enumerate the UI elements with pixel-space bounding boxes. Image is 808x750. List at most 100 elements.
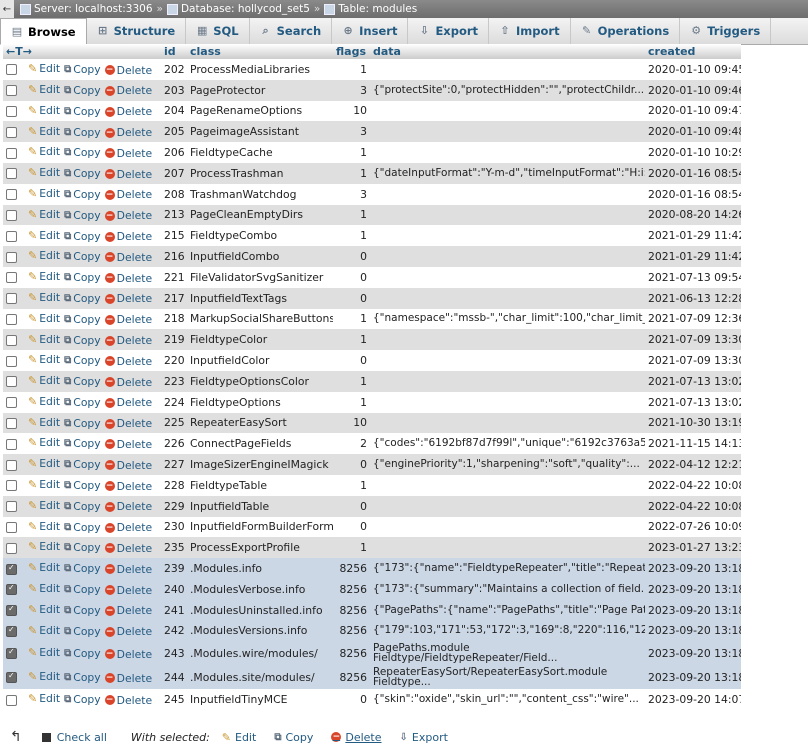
row-edit-button[interactable]: ✎ Edit bbox=[28, 374, 60, 387]
row-checkbox[interactable] bbox=[6, 438, 17, 450]
row-delete-button[interactable]: − Delete bbox=[104, 230, 152, 243]
row-edit-button[interactable]: ✎ Edit bbox=[28, 395, 60, 408]
bulk-export-button[interactable]: ⇩ Export bbox=[400, 731, 448, 744]
table-row[interactable]: ✎ Edit ⧉ Copy − Delete 213 PageCleanEmptyDirs 1 2… bbox=[3, 204, 741, 226]
row-copy-button[interactable]: ⧉ Copy bbox=[64, 541, 101, 554]
row-delete-button[interactable]: − Delete bbox=[104, 480, 152, 493]
row-checkbox[interactable] bbox=[6, 126, 17, 138]
tab-insert[interactable]: ⊕ Insert bbox=[332, 18, 409, 44]
row-edit-button[interactable]: ✎ Edit bbox=[28, 416, 60, 429]
row-copy-button[interactable]: ⧉ Copy bbox=[64, 105, 101, 118]
tab-structure[interactable]: ⊞ Structure bbox=[87, 18, 187, 44]
row-copy-button[interactable]: ⧉ Copy bbox=[64, 250, 101, 263]
row-checkbox[interactable] bbox=[6, 563, 17, 575]
table-row[interactable]: ✎ Edit ⧉ Copy − Delete 224 FieldtypeOptions 1 202… bbox=[3, 391, 741, 413]
tab-browse[interactable]: ▤ Browse bbox=[0, 18, 87, 45]
row-delete-button[interactable]: − Delete bbox=[104, 500, 152, 513]
table-row[interactable]: ✎Edit ⧉Copy−Delete 240.ModulesVerbose.info… bbox=[3, 578, 741, 600]
table-row[interactable]: ✎ Edit ⧉ Copy − Delete 245 InputfieldTinyMCE 0 {"… bbox=[3, 689, 741, 711]
row-copy-button[interactable]: ⧉ Copy bbox=[64, 84, 101, 97]
row-copy-button[interactable]: ⧉ Copy bbox=[64, 334, 101, 347]
row-copy-button[interactable]: ⧉ Copy bbox=[64, 647, 101, 660]
row-checkbox[interactable] bbox=[6, 397, 17, 409]
row-checkbox[interactable] bbox=[6, 671, 17, 684]
row-checkbox[interactable] bbox=[6, 64, 17, 76]
row-edit-button[interactable]: ✎ Edit bbox=[28, 670, 60, 683]
row-delete-button[interactable]: − Delete bbox=[104, 584, 152, 597]
table-row[interactable]: ✎ Edit ⧉ Copy − Delete 202 ProcessMediaLibrarie… bbox=[3, 59, 741, 80]
bulk-edit-button[interactable]: ✎ Edit bbox=[222, 731, 257, 744]
row-copy-button[interactable]: ⧉ Copy bbox=[64, 209, 101, 222]
row-copy-button[interactable]: ⧉ Copy bbox=[64, 271, 101, 284]
tab-export[interactable]: ⇩ Export bbox=[408, 18, 490, 44]
row-delete-button[interactable]: − Delete bbox=[104, 355, 152, 368]
row-delete-button[interactable]: − Delete bbox=[104, 168, 152, 181]
table-row[interactable]: ✎ Edit ⧉ Copy − Delete 228 FieldtypeTable 1 2022-… bbox=[3, 474, 741, 496]
row-edit-button[interactable]: ✎ Edit bbox=[28, 520, 60, 533]
row-delete-button[interactable]: − Delete bbox=[104, 542, 152, 555]
row-edit-button[interactable]: ✎ Edit bbox=[28, 62, 60, 75]
column-resize-handle[interactable]: ←T→ bbox=[3, 44, 161, 59]
row-copy-button[interactable]: ⧉ Copy bbox=[64, 693, 101, 706]
table-row[interactable]: ✎ Edit ⧉ Copy − Delete 235 ProcessExportProfile… bbox=[3, 537, 741, 559]
row-edit-button[interactable]: ✎ Edit bbox=[28, 312, 60, 325]
table-row[interactable]: ✎ Edit ⧉ Copy − Delete 208 TrashmanWatchdog 3 202… bbox=[3, 183, 741, 205]
row-copy-button[interactable]: ⧉ Copy bbox=[64, 126, 101, 139]
row-checkbox[interactable] bbox=[6, 272, 17, 284]
row-edit-button[interactable]: ✎ Edit bbox=[28, 83, 60, 96]
row-checkbox[interactable] bbox=[6, 85, 17, 97]
row-delete-button[interactable]: − Delete bbox=[104, 563, 152, 576]
row-copy-button[interactable]: ⧉ Copy bbox=[64, 583, 101, 596]
row-checkbox[interactable] bbox=[6, 251, 17, 263]
row-copy-button[interactable]: ⧉ Copy bbox=[64, 375, 101, 388]
row-checkbox[interactable] bbox=[6, 209, 17, 221]
bulk-copy-button[interactable]: ⧉ Copy bbox=[274, 731, 313, 744]
row-copy-button[interactable]: ⧉ Copy bbox=[64, 417, 101, 430]
row-delete-button[interactable]: − Delete bbox=[104, 126, 152, 139]
table-row[interactable]: ✎ Edit ⧉ Copy − Delete 205 PageimageAssistant 3 2… bbox=[3, 121, 741, 143]
column-header-flags[interactable]: flags bbox=[333, 44, 370, 59]
row-copy-button[interactable]: ⧉ Copy bbox=[64, 625, 101, 638]
row-copy-button[interactable]: ⧉ Copy bbox=[64, 146, 101, 159]
row-delete-button[interactable]: − Delete bbox=[104, 188, 152, 201]
row-edit-button[interactable]: ✎ Edit bbox=[28, 166, 60, 179]
table-row[interactable]: ✎ Edit ⧉ Copy − Delete 223 FieldtypeOptionsColo… bbox=[3, 370, 741, 392]
row-checkbox[interactable] bbox=[6, 501, 17, 513]
row-copy-button[interactable]: ⧉ Copy bbox=[64, 671, 101, 684]
row-copy-button[interactable]: ⧉ Copy bbox=[64, 500, 101, 513]
row-checkbox[interactable] bbox=[6, 583, 17, 596]
row-copy-button[interactable]: ⧉ Copy bbox=[64, 479, 101, 492]
row-copy-button[interactable]: ⧉ Copy bbox=[64, 230, 101, 243]
tab-import[interactable]: ⇧ Import bbox=[489, 18, 571, 44]
table-row[interactable]: ✎ Edit ⧉ Copy − Delete 227 ImageSizerEngineIMag… bbox=[3, 454, 741, 475]
row-edit-button[interactable]: ✎ Edit bbox=[28, 104, 60, 117]
row-edit-button[interactable]: ✎ Edit bbox=[28, 291, 60, 304]
table-row[interactable]: ✎ Edit ⧉ Copy − Delete 207 ProcessTrashman 1 {"da… bbox=[3, 162, 741, 184]
table-row[interactable]: ✎Edit ⧉Copy−Delete 242.ModulesVersions.inf… bbox=[3, 620, 741, 642]
row-copy-button[interactable]: ⧉ Copy bbox=[64, 521, 101, 534]
row-edit-button[interactable]: ✎ Edit bbox=[28, 353, 60, 366]
row-checkbox[interactable] bbox=[6, 417, 17, 429]
row-copy-button[interactable]: ⧉ Copy bbox=[64, 292, 101, 305]
row-edit-button[interactable]: ✎ Edit bbox=[28, 125, 60, 138]
breadcrumb-database[interactable]: Database: hollycod_set5 bbox=[166, 3, 310, 15]
row-edit-button[interactable]: ✎ Edit bbox=[28, 249, 60, 262]
row-edit-button[interactable]: ✎ Edit bbox=[28, 208, 60, 221]
table-row[interactable]: ✎Edit ⧉Copy−Delete 243.Modules.wire/module… bbox=[3, 641, 741, 666]
row-edit-button[interactable]: ✎ Edit bbox=[28, 561, 60, 574]
row-delete-button[interactable]: − Delete bbox=[104, 209, 152, 222]
row-checkbox[interactable] bbox=[6, 334, 17, 346]
row-delete-button[interactable]: − Delete bbox=[104, 334, 152, 347]
row-delete-button[interactable]: − Delete bbox=[104, 648, 152, 661]
table-row[interactable]: ✎ Edit ⧉ Copy − Delete 230 InputfieldFormBuilde… bbox=[3, 516, 741, 538]
row-checkbox[interactable] bbox=[6, 376, 17, 388]
row-checkbox[interactable] bbox=[6, 168, 17, 180]
row-delete-button[interactable]: − Delete bbox=[104, 147, 152, 160]
row-delete-button[interactable]: − Delete bbox=[104, 64, 152, 77]
row-checkbox[interactable] bbox=[6, 459, 17, 471]
row-checkbox[interactable] bbox=[6, 694, 17, 706]
row-edit-button[interactable]: ✎ Edit bbox=[28, 333, 60, 346]
row-copy-button[interactable]: ⧉ Copy bbox=[64, 188, 101, 201]
check-all-checkbox[interactable] bbox=[41, 732, 51, 742]
tab-operations[interactable]: ✎ Operations bbox=[571, 18, 681, 44]
